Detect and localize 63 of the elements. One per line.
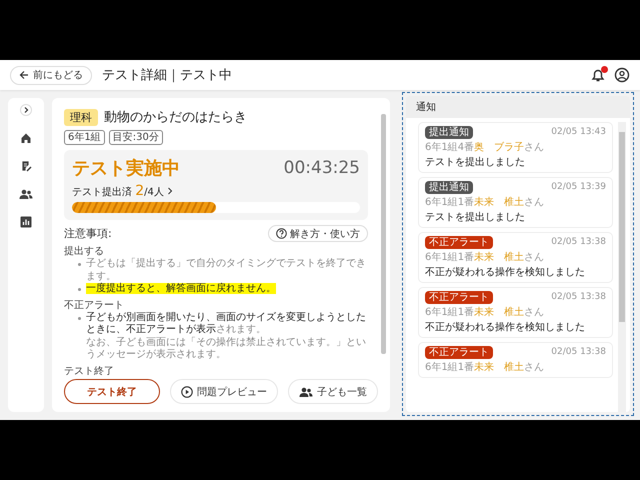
notification-card[interactable]: 提出通知 02/05 13:43 6年1組4番奥 ブラ子さん テストを提出しました: [418, 122, 613, 173]
info-tag: 目安:30分: [108, 130, 163, 145]
notification-time: 02/05 13:38: [551, 236, 606, 249]
document-edit-icon[interactable]: [20, 160, 32, 172]
submission-badge: 提出通知: [425, 126, 473, 139]
notification-message: テストを提出しました: [425, 156, 526, 169]
notification-time: 02/05 13:38: [551, 346, 606, 359]
people-icon[interactable]: [19, 188, 33, 200]
notification-card[interactable]: 不正アラート 02/05 13:38 6年1組1番未来 椎土さん 不正が疑われる操作を検知しました: [418, 287, 613, 338]
help-button[interactable]: 解き方・使い方: [268, 225, 368, 242]
notification-card[interactable]: 不正アラート 02/05 13:38 6年1組1番未来 椎土さん 不正が疑われる操作を検知しました: [418, 232, 613, 283]
notification-card[interactable]: 不正アラート 02/05 13:38 6年1組1番未来 椎土さん: [418, 342, 613, 378]
notification-time: 02/05 13:38: [551, 291, 606, 304]
preview-button[interactable]: 問題プレビュー: [170, 379, 278, 404]
page-title: テスト詳細｜テスト中: [102, 67, 232, 84]
notification-time: 02/05 13:43: [551, 126, 606, 139]
section-heading: 提出する: [64, 244, 105, 258]
student-name: 6年1組4番奥 ブラ子さん: [425, 141, 546, 154]
notes-heading: 注意事項:: [64, 226, 112, 241]
alert-badge: 不正アラート: [425, 291, 493, 304]
question-circle-icon: [276, 228, 287, 239]
student-list-button[interactable]: 子ども一覧: [288, 379, 378, 404]
people-icon: [299, 386, 313, 398]
user-profile-icon[interactable]: [614, 67, 630, 83]
test-status: テスト実施中: [72, 157, 180, 180]
notification-time: 02/05 13:39: [551, 181, 606, 194]
elapsed-timer: 00:43:25: [284, 158, 360, 178]
alert-badge: 不正アラート: [425, 346, 493, 359]
chevron-right-icon: [166, 187, 173, 195]
notification-message: テストを提出しました: [425, 211, 526, 224]
submission-badge: 提出通知: [425, 181, 473, 194]
alert-badge: 不正アラート: [425, 236, 493, 249]
note-text: 子どもは「提出する」で自分のタイミングでテストを終了できます。: [86, 258, 366, 282]
back-button[interactable]: 前にもどる: [10, 66, 92, 84]
bar-chart-icon[interactable]: [20, 216, 32, 228]
notification-bell-icon[interactable]: [590, 67, 606, 83]
note-text: なお、子ども画面には「その操作は禁止されています。」というメッセージが表示されます。: [86, 336, 367, 362]
notification-card[interactable]: 提出通知 02/05 13:39 6年1組1番未来 椎土さん テストを提出しました: [418, 177, 613, 228]
bullet-dot: [78, 316, 81, 320]
panel-title: 通知: [406, 96, 630, 118]
student-name: 6年1組1番未来 椎土さん: [425, 196, 546, 209]
bullet-dot: [78, 263, 81, 266]
bullet-dot: [78, 288, 81, 291]
subject-tag: 理科: [64, 108, 98, 126]
submission-count-link[interactable]: テスト提出済 2/4人: [72, 183, 164, 199]
section-heading: 不正アラート: [64, 298, 125, 312]
scrollbar[interactable]: [619, 132, 625, 322]
student-name: 6年1組1番未来 椎土さん: [425, 361, 546, 374]
note-text: 一度提出すると、解答画面に戻れません。: [86, 283, 276, 294]
test-title: 動物のからだのはたらき: [104, 109, 247, 126]
notification-message: 不正が疑われる操作を検知しました: [425, 266, 586, 279]
info-tag: 6年1組: [64, 130, 105, 145]
scrollbar[interactable]: [381, 114, 386, 354]
note-text: 子どもが別画面を開いたり、画面のサイズを変更しようとしたときに、不正アラートが表示されます。: [86, 312, 366, 335]
end-test-button[interactable]: テスト終了: [64, 379, 160, 404]
notification-message: 不正が疑われる操作を検知しました: [425, 321, 586, 334]
student-name: 6年1組1番未来 椎土さん: [425, 251, 546, 264]
section-heading: テスト終了: [64, 364, 115, 375]
student-name: 6年1組1番未来 椎土さん: [425, 306, 546, 319]
play-circle-icon: [181, 386, 193, 398]
arrow-left-icon: [19, 70, 29, 80]
expand-chevron-icon[interactable]: [20, 104, 32, 116]
home-icon[interactable]: [20, 132, 32, 144]
